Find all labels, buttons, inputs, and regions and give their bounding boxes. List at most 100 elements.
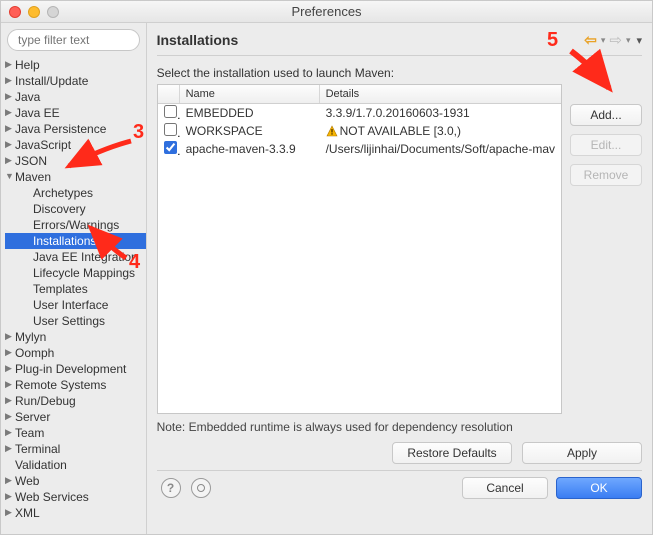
tree-item[interactable]: Errors/Warnings xyxy=(5,217,146,233)
tree-item[interactable]: ▶XML xyxy=(5,505,146,521)
preferences-window: Preferences ▶Help▶Install/Update▶Java▶Ja… xyxy=(0,0,653,535)
add-button[interactable]: Add... xyxy=(570,104,642,126)
preference-tree[interactable]: ▶Help▶Install/Update▶Java▶Java EE▶Java P… xyxy=(1,55,146,534)
chevron-right-icon[interactable]: ▶ xyxy=(5,120,15,136)
tree-item[interactable]: ▶Web Services xyxy=(5,489,146,505)
chevron-right-icon[interactable]: ▶ xyxy=(5,56,15,72)
tree-item[interactable]: Discovery xyxy=(5,201,146,217)
tree-item-label: Maven xyxy=(15,169,51,185)
tree-item[interactable]: ▶Terminal xyxy=(5,441,146,457)
tree-item-label: Remote Systems xyxy=(15,377,106,393)
tree-item[interactable]: ▶JSON xyxy=(5,153,146,169)
chevron-right-icon[interactable]: ▶ xyxy=(5,488,15,504)
tree-item[interactable]: ▶Java Persistence xyxy=(5,121,146,137)
tree-item[interactable]: Lifecycle Mappings xyxy=(5,265,146,281)
cancel-button[interactable]: Cancel xyxy=(462,477,548,499)
tree-item-label: Terminal xyxy=(15,441,60,457)
row-checkbox[interactable] xyxy=(164,123,177,136)
chevron-right-icon[interactable]: ▶ xyxy=(5,152,15,168)
tree-item-label: Web Services xyxy=(15,489,89,505)
chevron-right-icon[interactable]: ▶ xyxy=(5,104,15,120)
tree-item[interactable]: ▶Oomph xyxy=(5,345,146,361)
tree-item[interactable]: ▶Java xyxy=(5,89,146,105)
table-row[interactable]: apache-maven-3.3.9/Users/lijinhai/Docume… xyxy=(158,140,561,158)
tree-item[interactable]: Templates xyxy=(5,281,146,297)
tree-item[interactable]: ▶Install/Update xyxy=(5,73,146,89)
tree-item[interactable]: Java EE Integration xyxy=(5,249,146,265)
chevron-right-icon[interactable]: ▶ xyxy=(5,72,15,88)
tree-item[interactable]: ▶JavaScript xyxy=(5,137,146,153)
chevron-down-icon[interactable]: ▼ xyxy=(5,168,15,184)
ok-button[interactable]: OK xyxy=(556,477,642,499)
col-name[interactable]: Name xyxy=(180,85,320,103)
table-row[interactable]: EMBEDDED3.3.9/1.7.0.20160603-1931 xyxy=(158,104,561,122)
table-row[interactable]: WORKSPACENOT AVAILABLE [3.0,) xyxy=(158,122,561,140)
chevron-right-icon[interactable]: ▶ xyxy=(5,344,15,360)
tree-item-label: Oomph xyxy=(15,345,54,361)
chevron-right-icon[interactable]: ▶ xyxy=(5,424,15,440)
menu-dropdown-icon[interactable]: ▾ xyxy=(636,34,642,47)
edit-button: Edit... xyxy=(570,134,642,156)
tree-item[interactable]: ▶Mylyn xyxy=(5,329,146,345)
tree-item-label: Server xyxy=(15,409,50,425)
tree-item-label: Discovery xyxy=(33,201,86,217)
back-arrow-icon[interactable]: ⇦ xyxy=(582,31,599,49)
filter-input[interactable] xyxy=(7,29,140,51)
chevron-right-icon[interactable]: ▶ xyxy=(5,504,15,520)
help-icon[interactable]: ? xyxy=(161,478,181,498)
installations-table[interactable]: Name Details EMBEDDED3.3.9/1.7.0.2016060… xyxy=(157,84,562,414)
note-text: Note: Embedded runtime is always used fo… xyxy=(157,420,642,434)
chevron-right-icon[interactable]: ▶ xyxy=(5,360,15,376)
tree-item[interactable]: ▶Server xyxy=(5,409,146,425)
row-checkbox[interactable] xyxy=(164,141,177,154)
progress-icon[interactable] xyxy=(191,478,211,498)
tree-item-label: Team xyxy=(15,425,44,441)
tree-item-label: User Settings xyxy=(33,313,105,329)
tree-item-label: User Interface xyxy=(33,297,108,313)
tree-item[interactable]: ▶Help xyxy=(5,57,146,73)
tree-item[interactable]: Installations xyxy=(5,233,146,249)
tree-item[interactable]: Archetypes xyxy=(5,185,146,201)
col-details[interactable]: Details xyxy=(320,85,561,103)
tree-item-label: Help xyxy=(15,57,40,73)
row-checkbox[interactable] xyxy=(164,105,177,118)
tree-item[interactable]: User Settings xyxy=(5,313,146,329)
tree-item-label: Plug-in Development xyxy=(15,361,126,377)
row-details: /Users/lijinhai/Documents/Soft/apache-ma… xyxy=(320,142,561,156)
tree-item[interactable]: ▶Plug-in Development xyxy=(5,361,146,377)
row-name: EMBEDDED xyxy=(180,106,320,120)
row-name: WORKSPACE xyxy=(180,124,320,138)
row-name: apache-maven-3.3.9 xyxy=(180,142,320,156)
tree-item[interactable]: User Interface xyxy=(5,297,146,313)
tree-item-label: Errors/Warnings xyxy=(33,217,119,233)
tree-item[interactable]: ▼Maven xyxy=(5,169,146,185)
zoom-icon xyxy=(47,6,59,18)
tree-item-label: JSON xyxy=(15,153,47,169)
tree-item-label: Mylyn xyxy=(15,329,46,345)
tree-item[interactable]: ▶Run/Debug xyxy=(5,393,146,409)
tree-item-label: Java xyxy=(15,89,40,105)
tree-item[interactable]: ▶Java EE xyxy=(5,105,146,121)
chevron-right-icon[interactable]: ▶ xyxy=(5,328,15,344)
warning-icon xyxy=(326,125,338,137)
restore-defaults-button[interactable]: Restore Defaults xyxy=(392,442,512,464)
tree-item[interactable]: ▶Web xyxy=(5,473,146,489)
chevron-right-icon[interactable]: ▶ xyxy=(5,392,15,408)
tree-item-label: Java EE Integration xyxy=(33,249,138,265)
tree-item[interactable]: Validation xyxy=(5,457,146,473)
tree-item-label: Java EE xyxy=(15,105,60,121)
chevron-right-icon[interactable]: ▶ xyxy=(5,88,15,104)
tree-item[interactable]: ▶Team xyxy=(5,425,146,441)
chevron-right-icon[interactable]: ▶ xyxy=(5,136,15,152)
chevron-right-icon[interactable]: ▶ xyxy=(5,376,15,392)
close-icon[interactable] xyxy=(9,6,21,18)
apply-button[interactable]: Apply xyxy=(522,442,642,464)
minimize-icon[interactable] xyxy=(28,6,40,18)
history-nav: ⇦▾ ⇨▾ ▾ xyxy=(582,31,642,49)
chevron-right-icon[interactable]: ▶ xyxy=(5,408,15,424)
tree-item[interactable]: ▶Remote Systems xyxy=(5,377,146,393)
chevron-right-icon[interactable]: ▶ xyxy=(5,440,15,456)
page-title: Installations xyxy=(157,32,239,48)
chevron-right-icon[interactable]: ▶ xyxy=(5,472,15,488)
tree-item-label: Lifecycle Mappings xyxy=(33,265,135,281)
